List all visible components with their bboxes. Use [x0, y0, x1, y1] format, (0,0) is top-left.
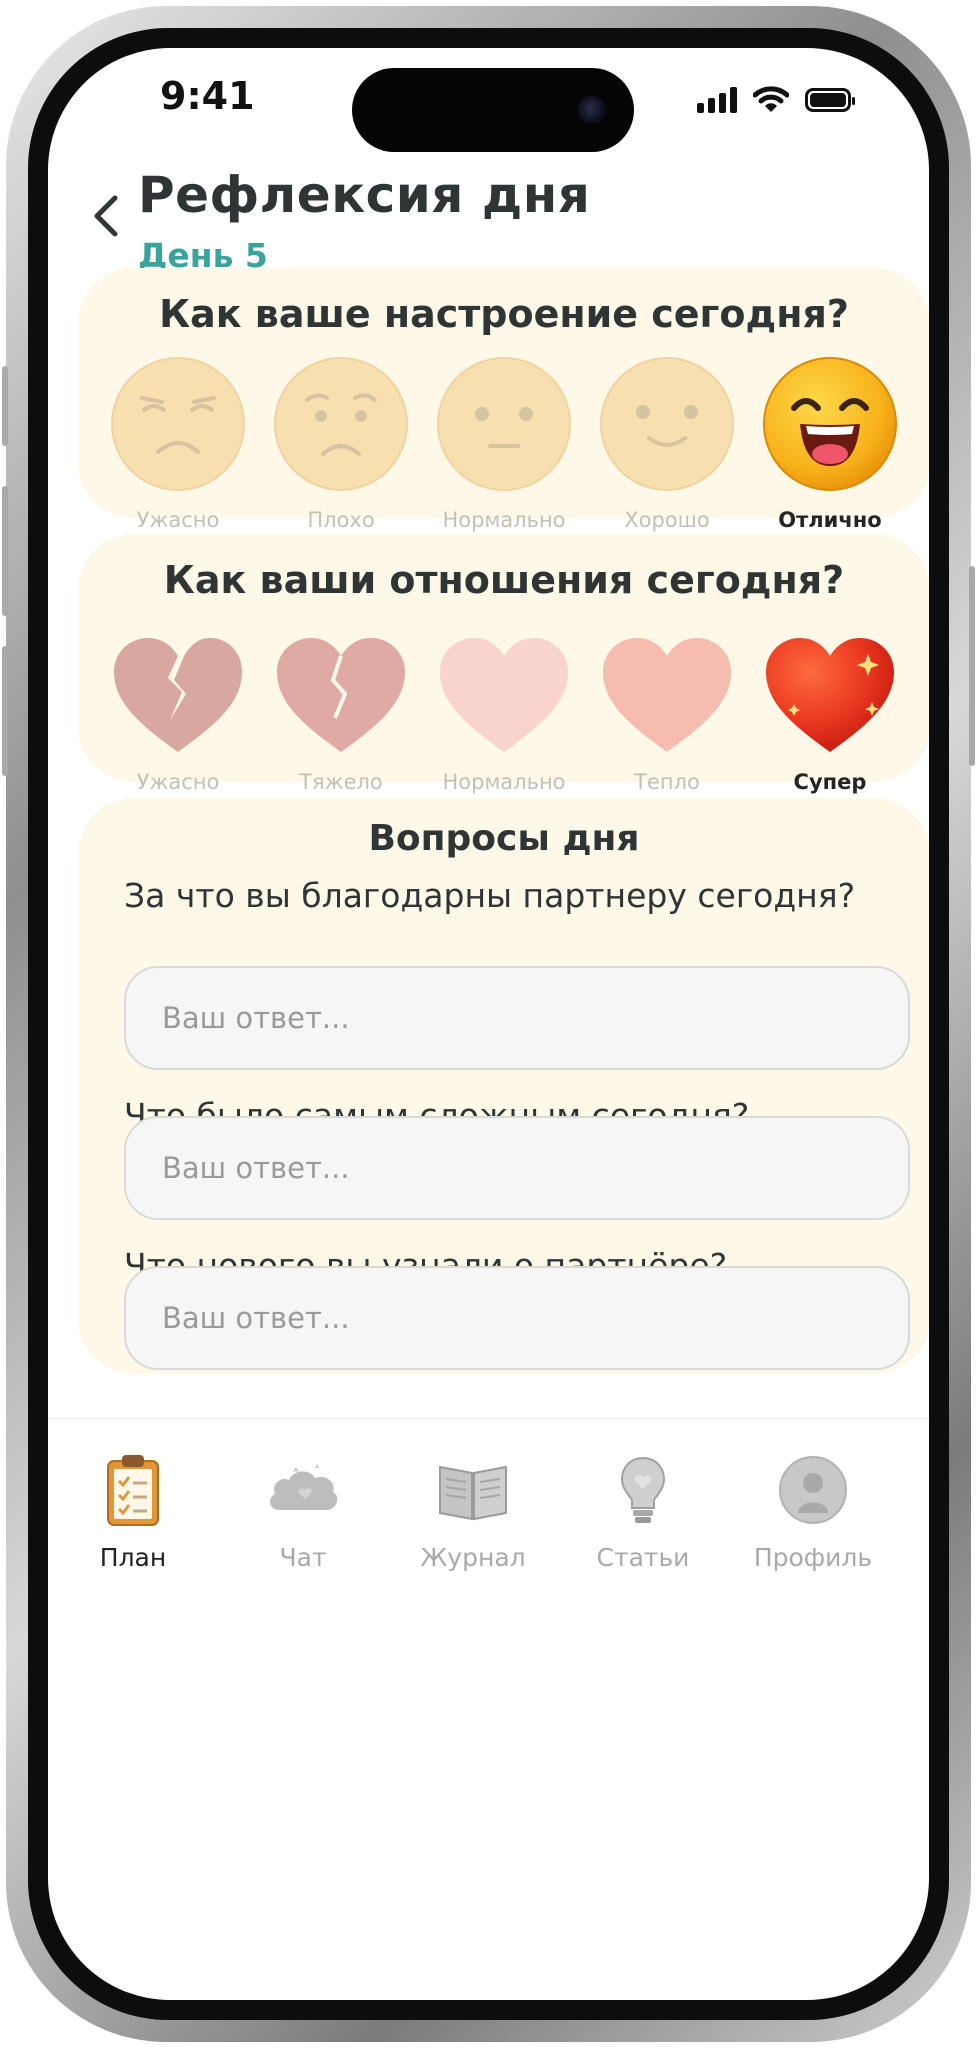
wifi-icon: [753, 86, 789, 112]
phone-bezel: 9:41 Рефлексия дня День 5 Как ваше настр…: [28, 28, 949, 2020]
volume-up-button: [2, 486, 8, 616]
tab-articles[interactable]: Статьи: [558, 1419, 728, 1572]
mood-option-normal[interactable]: Нормально: [431, 354, 577, 532]
tab-label: Профиль: [753, 1543, 873, 1572]
action-button: [2, 366, 8, 446]
answer-2-input[interactable]: [124, 1116, 910, 1220]
tab-label: Статьи: [596, 1543, 690, 1572]
pale-heart-icon: [440, 638, 568, 752]
worried-face-icon: [274, 357, 408, 491]
questions-card: Вопросы дня За что вы благодарны партнер…: [78, 798, 929, 1374]
pink-heart-icon: [603, 638, 731, 752]
volume-down-button: [2, 646, 8, 776]
question-1-text: За что вы благодарны партнеру сегодня?: [124, 876, 856, 915]
mood-label: Нормально: [442, 508, 566, 532]
chevron-left-icon: [94, 195, 118, 237]
mood-question: Как ваше настроение сегодня?: [159, 292, 849, 336]
dynamic-island: [352, 68, 634, 152]
relationship-options: Ужасно Тяжело Нормально Тепло Супер: [105, 634, 903, 794]
mood-option-terrible[interactable]: Ужасно: [105, 354, 251, 532]
power-button: [969, 566, 975, 766]
mood-option-excellent[interactable]: Отлично: [757, 354, 903, 532]
status-icons: [697, 86, 855, 114]
relationship-question: Как ваши отношения сегодня?: [163, 558, 845, 602]
tab-profile[interactable]: Профиль: [728, 1419, 898, 1572]
relationship-option-warm[interactable]: Тепло: [594, 634, 740, 794]
relationship-label: Нормально: [442, 770, 566, 794]
tab-label: Чат: [279, 1543, 327, 1572]
chat-cloud-icon: [270, 1464, 338, 1510]
mood-label: Хорошо: [624, 508, 710, 532]
cellular-signal-icon: [697, 87, 737, 113]
relationship-label: Супер: [793, 770, 867, 794]
sad-face-icon: [111, 357, 245, 491]
relationship-option-terrible[interactable]: Ужасно: [105, 634, 251, 794]
camera-icon: [578, 96, 606, 124]
grinning-face-icon: [763, 357, 897, 491]
tab-label: Журнал: [420, 1543, 526, 1572]
phone-frame: 9:41 Рефлексия дня День 5 Как ваше настр…: [2, 6, 975, 2042]
relationship-option-super[interactable]: Супер: [757, 634, 903, 794]
relationship-option-hard[interactable]: Тяжело: [268, 634, 414, 794]
tab-chat[interactable]: Чат: [218, 1419, 388, 1572]
broken-heart-icon: [114, 638, 242, 752]
status-time: 9:41: [160, 74, 255, 118]
lightbulb-icon: [620, 1456, 666, 1523]
tab-plan[interactable]: План: [48, 1419, 218, 1572]
mood-option-good[interactable]: Хорошо: [594, 354, 740, 532]
mood-card: Как ваше настроение сегодня? Ужасно Плох…: [78, 268, 929, 532]
screen: 9:41 Рефлексия дня День 5 Как ваше настр…: [48, 48, 929, 2000]
tab-bar: План Чат Журнал Статьи Профиль: [48, 1418, 929, 1619]
journal-book-icon: [439, 1465, 507, 1521]
neutral-face-icon: [437, 357, 571, 491]
relationship-card: Как ваши отношения сегодня? Ужасно Тяжел…: [78, 534, 929, 794]
questions-title: Вопросы дня: [368, 818, 640, 859]
tab-journal[interactable]: Журнал: [388, 1419, 558, 1572]
mood-label: Плохо: [307, 508, 375, 532]
profile-avatar-icon: [779, 1456, 847, 1524]
page-title: Рефлексия дня: [138, 166, 591, 224]
battery-icon: [805, 88, 855, 112]
smile-face-icon: [600, 357, 734, 491]
mood-label: Ужасно: [136, 508, 220, 532]
tab-label: План: [99, 1543, 167, 1572]
sparkling-heart-icon: [766, 638, 894, 752]
relationship-label: Тяжело: [299, 770, 383, 794]
mood-options: Ужасно Плохо Нормально Хорошо Отлично: [105, 354, 903, 532]
answer-1-input[interactable]: [124, 966, 910, 1070]
back-button[interactable]: [78, 188, 134, 244]
clipboard-icon: [107, 1455, 159, 1526]
relationship-option-normal[interactable]: Нормально: [431, 634, 577, 794]
answer-3-input[interactable]: [124, 1266, 910, 1370]
cracked-heart-icon: [277, 638, 405, 752]
relationship-label: Тепло: [634, 770, 700, 794]
relationship-label: Ужасно: [136, 770, 220, 794]
mood-label: Отлично: [778, 508, 882, 532]
mood-option-bad[interactable]: Плохо: [268, 354, 414, 532]
